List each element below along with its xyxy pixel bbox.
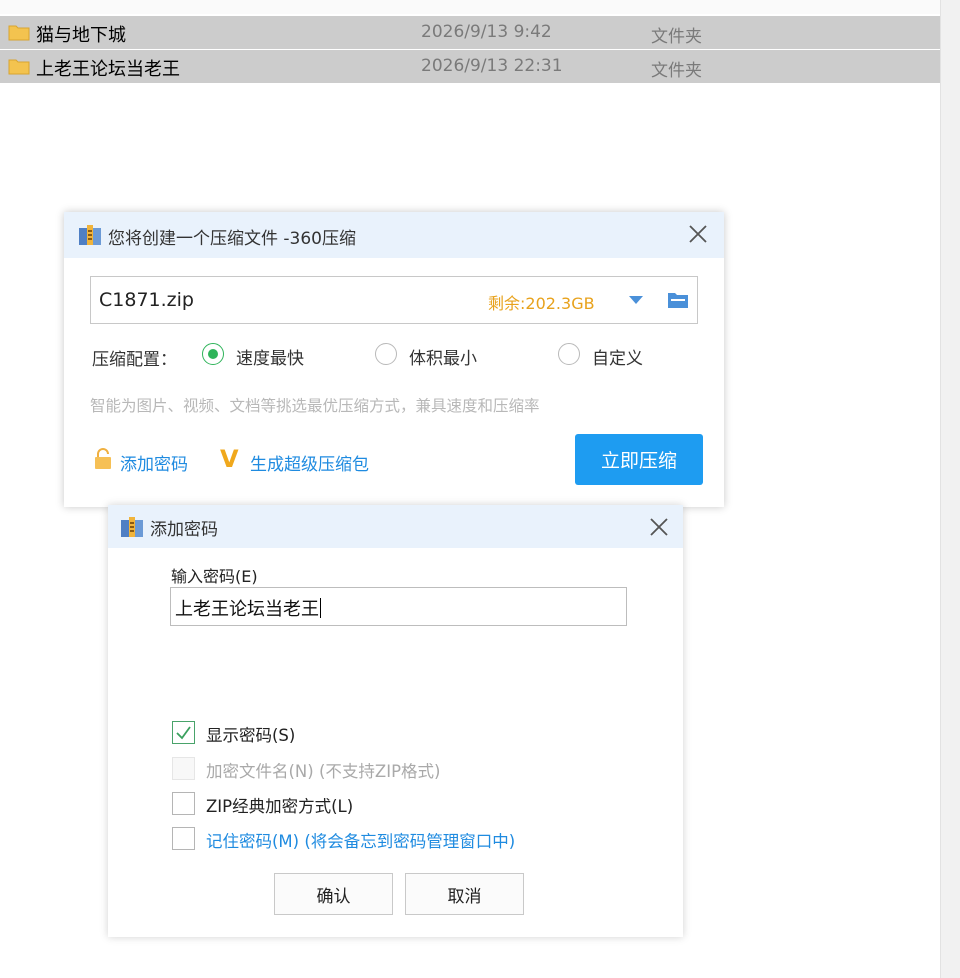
password-value[interactable]: 上老王论坛当老王 — [175, 595, 321, 621]
file-date: 2026/9/13 22:31 — [421, 56, 563, 76]
vip-v-icon: V — [220, 445, 239, 473]
close-icon[interactable] — [687, 223, 709, 245]
compress-config-label: 压缩配置： — [92, 350, 177, 370]
file-type: 文件夹 — [651, 27, 702, 47]
checkbox-label: 显示密码(S) — [206, 726, 296, 745]
compress-dialog: 您将创建一个压缩文件 -360压缩 C1871.zip 剩余:202.3GB 压… — [64, 212, 724, 507]
password-dialog-titlebar[interactable]: 添加密码 — [108, 505, 683, 548]
checkbox-box[interactable] — [172, 792, 195, 815]
add-password-label[interactable]: 添加密码 — [120, 450, 188, 475]
archive-filename-field[interactable]: C1871.zip 剩余:202.3GB — [90, 276, 698, 324]
radio-indicator[interactable] — [558, 343, 580, 365]
explorer-top-strip — [0, 0, 940, 14]
compress-dialog-title: 您将创建一个压缩文件 -360压缩 — [108, 229, 356, 249]
checkbox-label: 加密文件名(N) (不支持ZIP格式) — [206, 762, 441, 781]
archive-filename[interactable]: C1871.zip — [99, 289, 194, 311]
password-input-label: 输入密码(E) — [171, 567, 258, 586]
cancel-button[interactable]: 取消 — [405, 873, 524, 915]
archive-logo-icon — [79, 225, 101, 245]
radio-indicator[interactable] — [202, 343, 224, 365]
checkmark-icon — [176, 726, 191, 740]
folder-icon — [8, 59, 30, 75]
lock-icon — [95, 448, 111, 469]
option-label: 体积最小 — [409, 349, 477, 369]
scrollbar-track[interactable] — [940, 0, 960, 978]
free-space-label: 剩余:202.3GB — [488, 294, 595, 313]
checkbox-label: 记住密码(M) (将会备忘到密码管理窗口中) — [206, 832, 516, 851]
confirm-button[interactable]: 确认 — [274, 873, 393, 915]
browse-folder-icon[interactable] — [667, 291, 689, 309]
option-label: 自定义 — [592, 349, 643, 369]
add-password-dialog: 添加密码 输入密码(E) 上老王论坛当老王 显示密码(S) 加密文件名(N) (… — [108, 505, 683, 937]
archive-logo-icon — [121, 517, 143, 537]
option-label: 速度最快 — [236, 349, 304, 369]
compress-now-button[interactable]: 立即压缩 — [575, 434, 703, 485]
password-input[interactable]: 上老王论坛当老王 — [170, 587, 627, 626]
checkbox-box — [172, 757, 195, 780]
text-caret — [320, 598, 321, 618]
file-row[interactable]: 上老王论坛当老王 2026/9/13 22:31 文件夹 — [0, 50, 940, 83]
file-type: 文件夹 — [651, 61, 702, 81]
file-date: 2026/9/13 9:42 — [421, 22, 552, 42]
compress-dialog-titlebar[interactable]: 您将创建一个压缩文件 -360压缩 — [64, 212, 724, 258]
checkbox-label: ZIP经典加密方式(L) — [206, 797, 354, 816]
file-row[interactable]: 猫与地下城 2026/9/13 9:42 文件夹 — [0, 16, 940, 49]
folder-icon — [8, 25, 30, 41]
checkbox-box[interactable] — [172, 721, 195, 744]
compress-hint: 智能为图片、视频、文档等挑选最优压缩方式，兼具速度和压缩率 — [90, 397, 540, 415]
password-text: 上老王论坛当老王 — [175, 599, 319, 620]
close-icon[interactable] — [648, 516, 670, 538]
password-dialog-title: 添加密码 — [150, 520, 218, 540]
file-name: 猫与地下城 — [36, 25, 126, 46]
super-package-label[interactable]: 生成超级压缩包 — [250, 450, 369, 475]
checkbox-box[interactable] — [172, 827, 195, 850]
radio-indicator[interactable] — [375, 343, 397, 365]
chevron-down-icon[interactable] — [626, 291, 646, 309]
file-name: 上老王论坛当老王 — [36, 59, 180, 80]
